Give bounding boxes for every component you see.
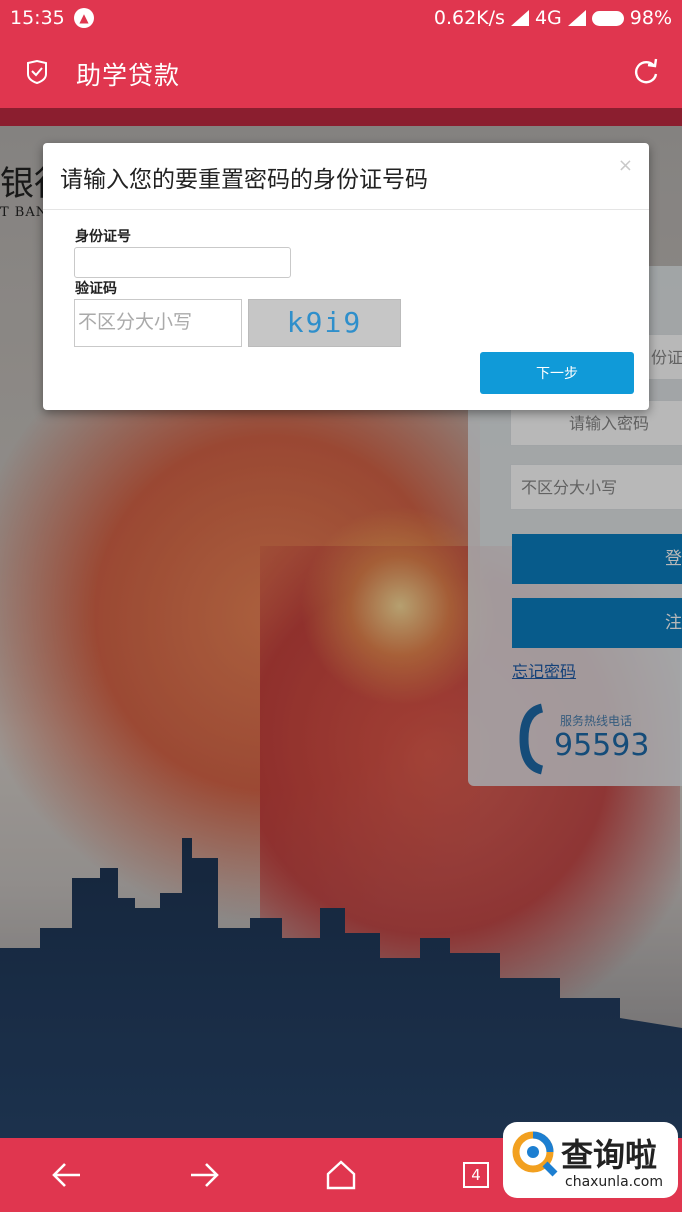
refresh-icon[interactable] — [632, 58, 660, 86]
id-number-input[interactable] — [74, 247, 291, 278]
watermark-en: chaxunla.com — [565, 1174, 663, 1190]
app-bar-edge — [0, 108, 682, 126]
reset-password-dialog: 请输入您的要重置密码的身份证号码 × 身份证号 验证码 k9i9 下一步 — [43, 143, 649, 410]
status-right: 0.62K/s 4G 98% — [434, 7, 672, 29]
status-time: 15:35 — [10, 7, 65, 29]
close-icon[interactable]: × — [618, 155, 633, 176]
app-notification-icon: ▲ — [74, 8, 94, 28]
dialog-title: 请输入您的要重置密码的身份证号码 — [60, 167, 428, 193]
captcha-input[interactable] — [74, 299, 242, 347]
signal-icon — [567, 10, 586, 26]
battery-level: 98% — [629, 7, 672, 29]
network-type: 4G — [534, 7, 562, 29]
shield-check-icon[interactable] — [26, 60, 48, 84]
watermark-cn: 查询啦 — [561, 1136, 658, 1174]
tab-count-button[interactable]: 4 — [463, 1162, 489, 1188]
arrow-left-icon[interactable] — [50, 1158, 84, 1192]
captcha-label: 验证码 — [75, 281, 117, 297]
dialog-divider — [43, 209, 649, 210]
net-speed: 0.62K/s — [433, 7, 505, 29]
next-step-button[interactable]: 下一步 — [480, 352, 634, 394]
hd-signal-icon — [510, 10, 529, 26]
search-logo-icon — [512, 1131, 558, 1177]
status-bar: 15:35 ▲ 0.62K/s 4G 98% — [0, 0, 682, 36]
app-bar: 助学贷款 — [0, 36, 682, 108]
home-icon[interactable] — [324, 1158, 358, 1192]
arrow-right-icon[interactable] — [187, 1158, 221, 1192]
captcha-image[interactable]: k9i9 — [248, 299, 401, 347]
id-number-label: 身份证号 — [75, 229, 131, 245]
watermark: 查询啦 chaxunla.com — [503, 1122, 678, 1198]
battery-icon — [591, 10, 624, 26]
page-title: 助学贷款 — [76, 61, 181, 90]
